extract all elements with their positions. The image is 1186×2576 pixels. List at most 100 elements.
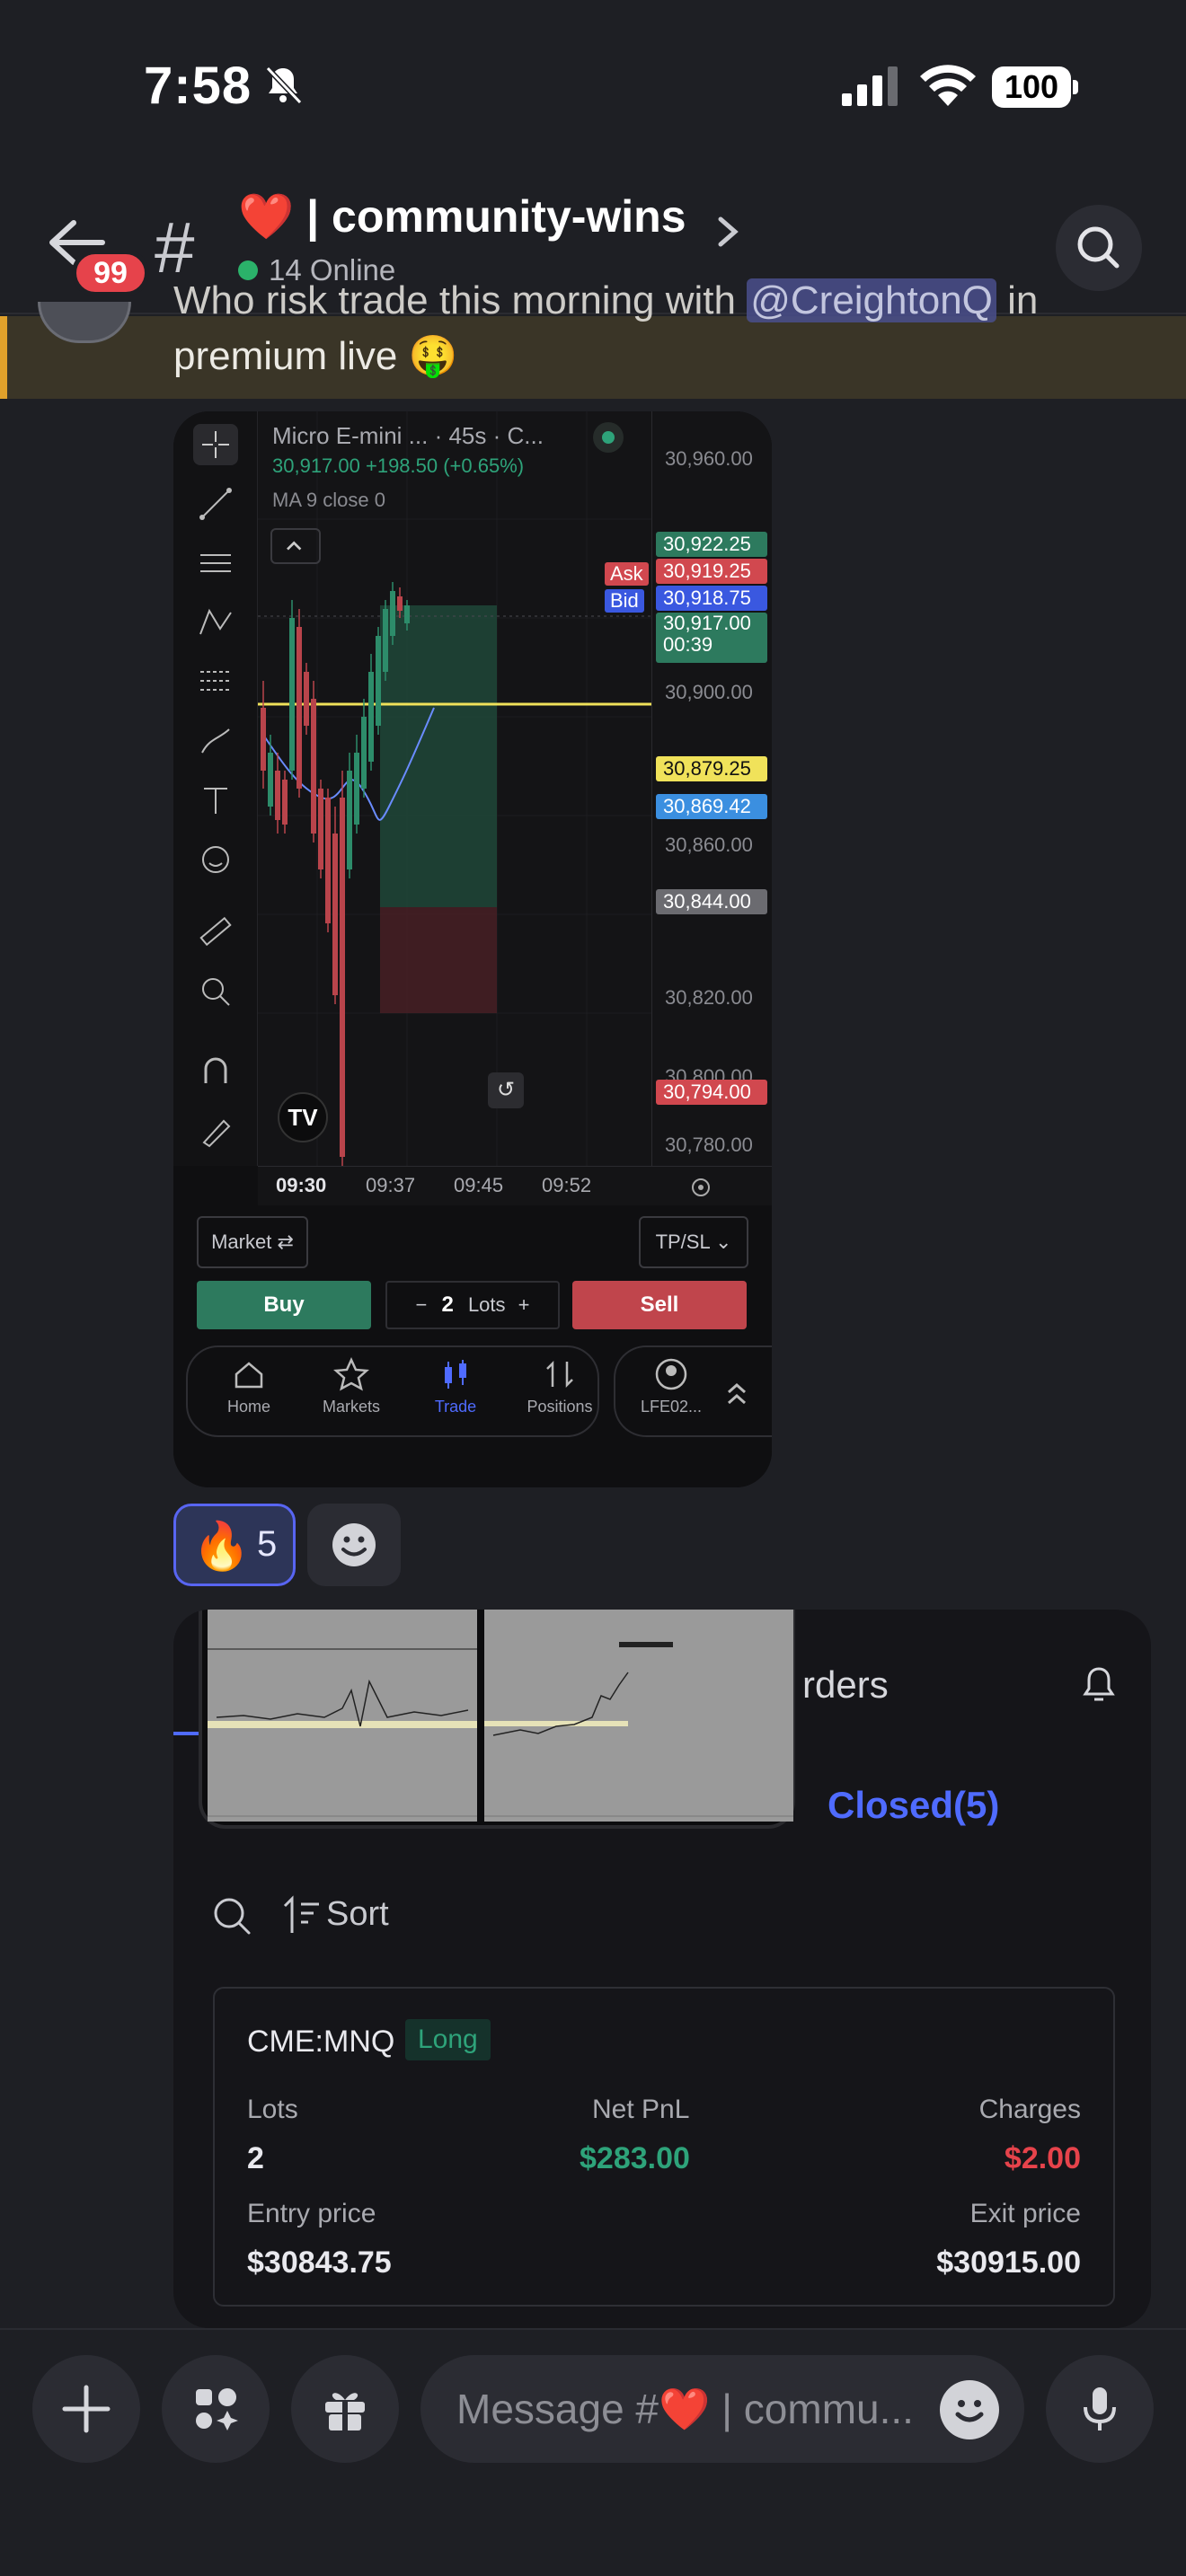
chart-area: Micro E-mini ... · 45s · C... 30,917.00 …: [173, 411, 772, 1166]
drawing-toolbar: [173, 411, 258, 1166]
exit-price-value: $30915.00: [936, 2245, 1081, 2280]
price-tick: 30,900.00: [665, 681, 753, 703]
nav-positions[interactable]: Positions: [515, 1356, 605, 1416]
reaction-fire[interactable]: 🔥 5: [173, 1504, 296, 1586]
text-tool-icon[interactable]: [193, 780, 238, 821]
trendline-tool-icon[interactable]: [193, 483, 238, 525]
brush-tool-icon[interactable]: [193, 720, 238, 762]
closed-position-card[interactable]: CME:MNQ Long Lots 2 Net PnL $283.00 Char…: [213, 1987, 1115, 2307]
lots-stepper[interactable]: − 2 Lots +: [385, 1281, 560, 1329]
battery-indicator: 100: [992, 66, 1078, 108]
channel-title[interactable]: ❤️ | community-wins: [238, 190, 686, 243]
crosshair-tool-icon[interactable]: [193, 424, 238, 465]
price-change: 30,917.00 +198.50 (+0.65%): [272, 454, 525, 477]
emoji-tool-icon[interactable]: [193, 839, 238, 880]
last-price: 30,917.00: [663, 612, 751, 634]
app-bottom-nav: Home Markets Trade Positions: [186, 1345, 599, 1437]
emoji-picker-button[interactable]: [940, 2380, 999, 2439]
chart-settings-icon[interactable]: [687, 1174, 714, 1201]
message-input[interactable]: [420, 2355, 1024, 2463]
add-reaction-button[interactable]: [307, 1504, 401, 1586]
fire-emoji: 🔥: [192, 1521, 251, 1573]
candle-body: [376, 636, 381, 726]
apps-button[interactable]: [162, 2355, 270, 2463]
price-tag-upper: 30,922.25: [656, 532, 767, 557]
sell-button[interactable]: Sell: [572, 1281, 747, 1329]
zoom-tool-icon[interactable]: [193, 970, 238, 1011]
ruler-tool-icon[interactable]: [193, 911, 238, 952]
horizontal-lines-tool-icon[interactable]: [193, 543, 238, 584]
user-mention[interactable]: @CreightonQ: [747, 278, 996, 322]
channel-name: | community-wins: [306, 191, 686, 242]
candle-body: [383, 609, 388, 672]
sort-icon[interactable]: [281, 1893, 326, 1938]
nav-label: Home: [226, 1398, 270, 1416]
search-icon: [1077, 226, 1120, 269]
message-line-2: premium live 🤑: [173, 334, 458, 378]
ma-indicator-label: MA 9 close 0: [272, 489, 385, 511]
text-channel-icon: #: [155, 207, 195, 287]
magnet-tool-icon[interactable]: [193, 1051, 238, 1092]
add-attachment-button[interactable]: [32, 2355, 140, 2463]
wifi-icon: [920, 65, 976, 106]
lots-value: 2: [441, 1292, 454, 1317]
clock: 7:58: [144, 57, 252, 115]
search-button[interactable]: [1056, 205, 1142, 291]
gift-button[interactable]: [291, 2355, 399, 2463]
minus-icon[interactable]: −: [415, 1293, 427, 1316]
sort-label[interactable]: Sort: [326, 1895, 389, 1934]
collapse-indicators-button[interactable]: [270, 528, 321, 564]
pip-chart-pane: [484, 1610, 793, 1822]
take-profit-zone: [380, 605, 497, 907]
ask-price-tag: 30,919.25: [656, 559, 767, 584]
pip-chart-pane: [208, 1610, 477, 1822]
message-line-1: Who risk trade this morning with @Creigh…: [173, 278, 1038, 323]
message-text: in: [996, 278, 1039, 322]
candle-body: [332, 834, 338, 995]
order-type-button[interactable]: Market ⇄: [197, 1216, 308, 1268]
reaction-count: 5: [257, 1524, 278, 1564]
candle-body: [318, 789, 323, 869]
apps-sparkle-icon: [196, 2388, 238, 2430]
candle-body: [361, 717, 367, 789]
smiley-icon: [955, 2400, 984, 2422]
user-circle-icon: [655, 1358, 687, 1390]
entry-price-value: $30843.75: [247, 2245, 392, 2280]
unread-count-badge: 99: [72, 250, 149, 296]
plus-icon[interactable]: +: [518, 1293, 530, 1316]
candle-body: [268, 753, 273, 807]
nav-trade[interactable]: Trade: [411, 1356, 500, 1416]
lots-label: Lots: [467, 1293, 506, 1316]
ask-label: Ask: [605, 562, 649, 586]
bid-label: Bid: [605, 589, 644, 613]
nav-home[interactable]: Home: [204, 1356, 294, 1416]
charges-value: $2.00: [1004, 2141, 1081, 2175]
chevron-right-icon[interactable]: [715, 214, 742, 250]
candle-body: [354, 753, 359, 825]
pattern-tool-icon[interactable]: [193, 602, 238, 643]
time-tick: 09:52: [542, 1174, 592, 1196]
nav-markets[interactable]: Markets: [306, 1356, 396, 1416]
buy-button[interactable]: Buy: [197, 1281, 371, 1329]
tpsl-button[interactable]: TP/SL ⌄: [639, 1216, 748, 1268]
double-chevron-up-icon[interactable]: [723, 1378, 750, 1408]
yellow-line-price-tag: 30,879.25: [656, 756, 767, 781]
voice-message-button[interactable]: [1046, 2355, 1154, 2463]
candle-body: [404, 605, 410, 623]
account-switcher[interactable]: LFE02...: [614, 1345, 772, 1437]
cellular-signal-icon: [842, 66, 898, 106]
orders-tab-label: rders: [802, 1663, 889, 1706]
reset-chart-button[interactable]: ↺: [488, 1072, 524, 1108]
candle-body: [347, 771, 352, 869]
stop-loss-zone: [380, 907, 497, 1013]
search-icon[interactable]: [209, 1893, 254, 1938]
positions-screenshot-attachment[interactable]: rders Closed(5) Sort CME:MNQ Long Lots 2…: [173, 1610, 1151, 2328]
closed-tab: Closed(5): [828, 1784, 1000, 1826]
candle-body: [304, 672, 309, 726]
chart-screenshot-attachment[interactable]: Micro E-mini ... · 45s · C... 30,917.00 …: [173, 411, 772, 1487]
highlighted-message[interactable]: Who risk trade this morning with @Creigh…: [0, 278, 1186, 399]
fib-tool-icon[interactable]: [193, 661, 238, 702]
edit-lock-tool-icon[interactable]: [193, 1110, 238, 1151]
entry-price-label: Entry price: [247, 2199, 376, 2228]
price-tick: 30,960.00: [665, 447, 753, 470]
